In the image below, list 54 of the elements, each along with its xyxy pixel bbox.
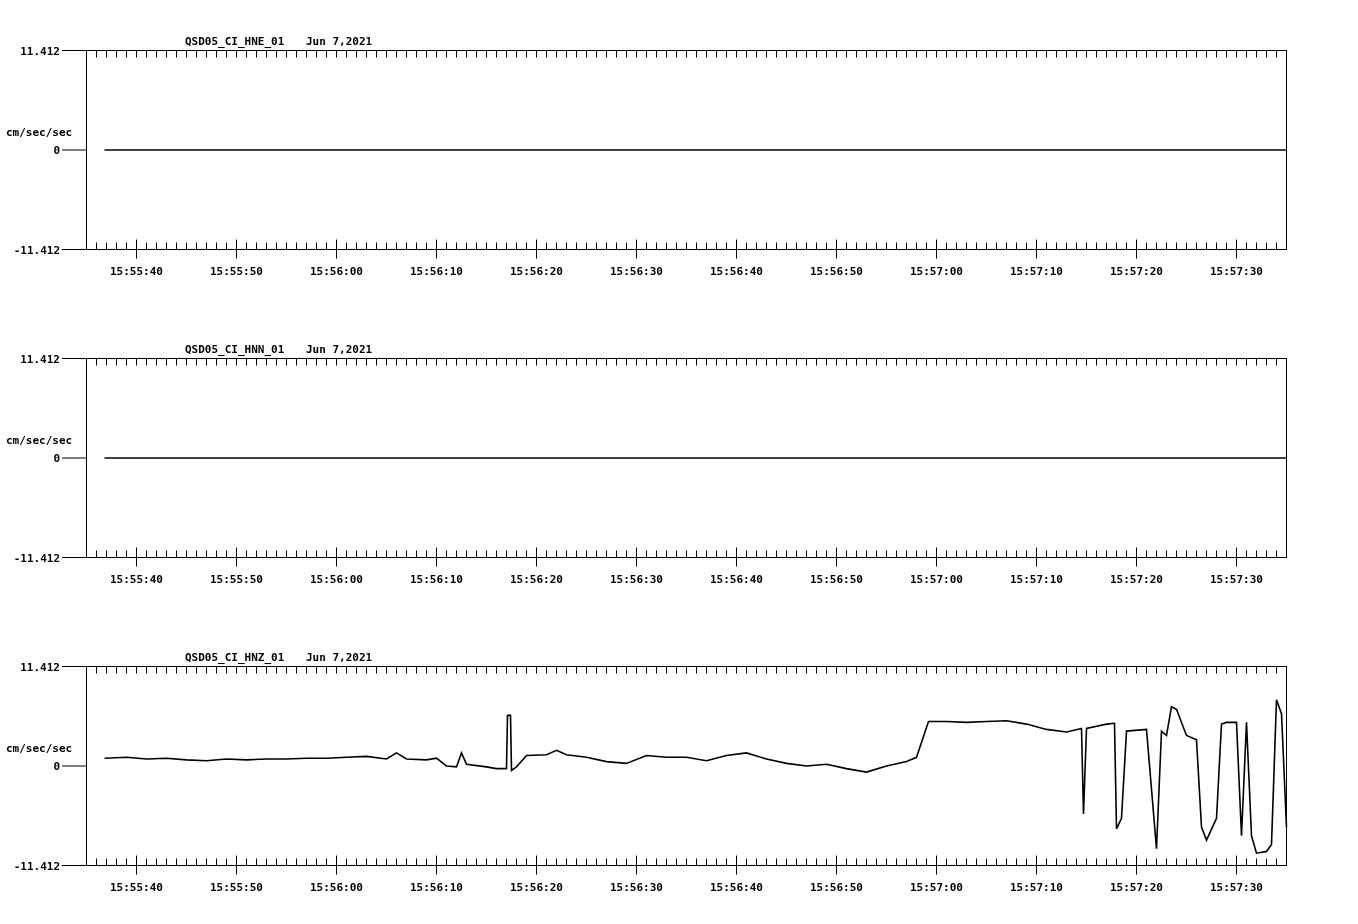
x-tick-label: 15:57:00 (910, 264, 963, 278)
x-tick-label: 15:56:40 (710, 880, 763, 894)
x-tick-label: 15:55:50 (210, 264, 263, 278)
x-tick-label: 15:56:40 (710, 572, 763, 586)
chart-title: QSD05_CI_HNE_01 (185, 35, 285, 48)
y-tick-label: 11.412 (20, 44, 60, 58)
y-tick-label: -11.412 (13, 859, 60, 873)
x-tick-label: 15:56:30 (610, 572, 663, 586)
y-axis-label: cm/sec/sec (6, 434, 73, 447)
x-tick-label: 15:57:00 (910, 572, 963, 586)
x-tick-label: 15:56:20 (510, 572, 563, 586)
x-tick-label: 15:55:40 (110, 572, 163, 586)
x-tick-label: 15:55:50 (210, 880, 263, 894)
y-tick-label: 0 (53, 452, 60, 465)
x-tick-label: 15:56:50 (810, 572, 863, 586)
x-tick-label: 15:57:30 (1210, 880, 1263, 894)
x-tick-label: 15:56:30 (610, 264, 663, 278)
y-axis-label: cm/sec/sec (6, 742, 73, 755)
chart-date: Jun 7,2021 (306, 343, 373, 356)
chart-title: QSD05_CI_HNZ_01 (185, 651, 285, 664)
x-tick-label: 15:57:20 (1110, 264, 1163, 278)
x-tick-label: 15:57:30 (1210, 572, 1263, 586)
chart-date: Jun 7,2021 (306, 35, 373, 48)
x-tick-label: 15:56:30 (610, 880, 663, 894)
x-tick-label: 15:57:30 (1210, 264, 1263, 278)
y-tick-label: 0 (53, 144, 60, 157)
x-tick-label: 15:56:50 (810, 264, 863, 278)
y-axis-label: cm/sec/sec (6, 126, 73, 139)
x-tick-label: 15:56:00 (310, 572, 363, 586)
chart-title: QSD05_CI_HNN_01 (185, 343, 285, 356)
x-tick-label: 15:57:20 (1110, 880, 1163, 894)
y-tick-label: 0 (53, 760, 60, 773)
x-tick-label: 15:56:00 (310, 264, 363, 278)
x-tick-label: 15:56:10 (410, 264, 463, 278)
x-tick-label: 15:57:10 (1010, 264, 1063, 278)
x-tick-label: 15:56:20 (510, 264, 563, 278)
x-tick-label: 15:56:00 (310, 880, 363, 894)
x-tick-label: 15:57:20 (1110, 572, 1163, 586)
x-tick-label: 15:55:40 (110, 264, 163, 278)
x-tick-label: 15:56:40 (710, 264, 763, 278)
chart-date: Jun 7,2021 (306, 651, 373, 664)
x-tick-label: 15:56:20 (510, 880, 563, 894)
y-tick-label: -11.412 (13, 551, 60, 565)
x-tick-label: 15:56:10 (410, 572, 463, 586)
x-tick-label: 15:56:10 (410, 880, 463, 894)
x-tick-label: 15:57:10 (1010, 572, 1063, 586)
x-tick-label: 15:55:40 (110, 880, 163, 894)
y-tick-label: 11.412 (20, 660, 60, 674)
y-tick-label: 11.412 (20, 352, 60, 366)
x-tick-label: 15:55:50 (210, 572, 263, 586)
x-tick-label: 15:57:10 (1010, 880, 1063, 894)
y-tick-label: -11.412 (13, 243, 60, 257)
x-tick-label: 15:56:50 (810, 880, 863, 894)
x-tick-label: 15:57:00 (910, 880, 963, 894)
